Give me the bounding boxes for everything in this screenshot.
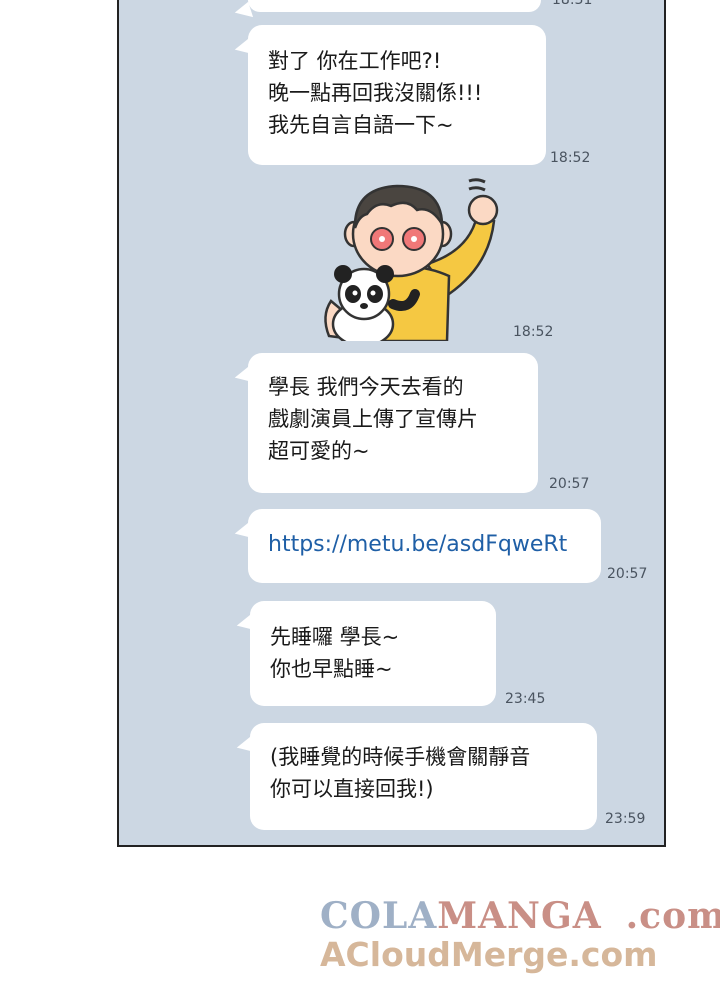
message-text: 學長 我們今天去看的: [268, 375, 464, 399]
message-text: 晚一點再回我沒關係!!!: [268, 81, 483, 105]
message-time: 20:57: [607, 566, 648, 582]
message-bubble[interactable]: (我睡覺的時候手機會關靜音 你可以直接回我!): [250, 723, 597, 830]
watermark-subtitle: ACloudMerge.com: [320, 935, 658, 974]
message-time: 23:59: [605, 811, 646, 827]
message-bubble[interactable]: 學長 我們今天去看的 戲劇演員上傳了宣傳片 超可愛的~: [248, 353, 538, 493]
message-bubble[interactable]: [248, 0, 541, 12]
watermark-logo: COLAMANGA .com: [320, 895, 720, 937]
chat-window[interactable]: 18:31 對了 你在工作吧?! 晚一點再回我沒關係!!! 我先自言自語一下~ …: [117, 0, 666, 847]
watermark-cola: COLA: [320, 895, 438, 937]
message-time: 18:31: [552, 0, 593, 8]
message-text: 你可以直接回我!): [270, 777, 434, 801]
message-time: 18:52: [513, 324, 554, 340]
message-bubble[interactable]: 對了 你在工作吧?! 晚一點再回我沒關係!!! 我先自言自語一下~: [248, 25, 546, 165]
message-text: 對了 你在工作吧?!: [268, 49, 442, 73]
message-text: 戲劇演員上傳了宣傳片: [268, 407, 478, 431]
message-time: 20:57: [549, 476, 590, 492]
message-time: 18:52: [550, 150, 591, 166]
message-text: 我先自言自語一下~: [268, 113, 454, 137]
message-text: 超可愛的~: [268, 439, 370, 463]
message-text: 你也早點睡~: [270, 657, 393, 681]
message-text: 先睡囉 學長~: [270, 625, 400, 649]
message-bubble[interactable]: 先睡囉 學長~ 你也早點睡~: [250, 601, 496, 706]
message-text: (我睡覺的時候手機會關靜音: [270, 745, 531, 769]
message-time: 23:45: [505, 691, 546, 707]
boy-with-panda-sticker[interactable]: [309, 176, 509, 348]
watermark: COLAMANGA .com ACloudMerge.com: [320, 895, 720, 974]
message-bubble[interactable]: https://metu.be/asdFqweRt: [248, 509, 601, 583]
watermark-com: .com: [625, 895, 720, 937]
message-link[interactable]: https://metu.be/asdFqweRt: [268, 529, 581, 561]
watermark-manga: MANGA: [437, 895, 602, 937]
